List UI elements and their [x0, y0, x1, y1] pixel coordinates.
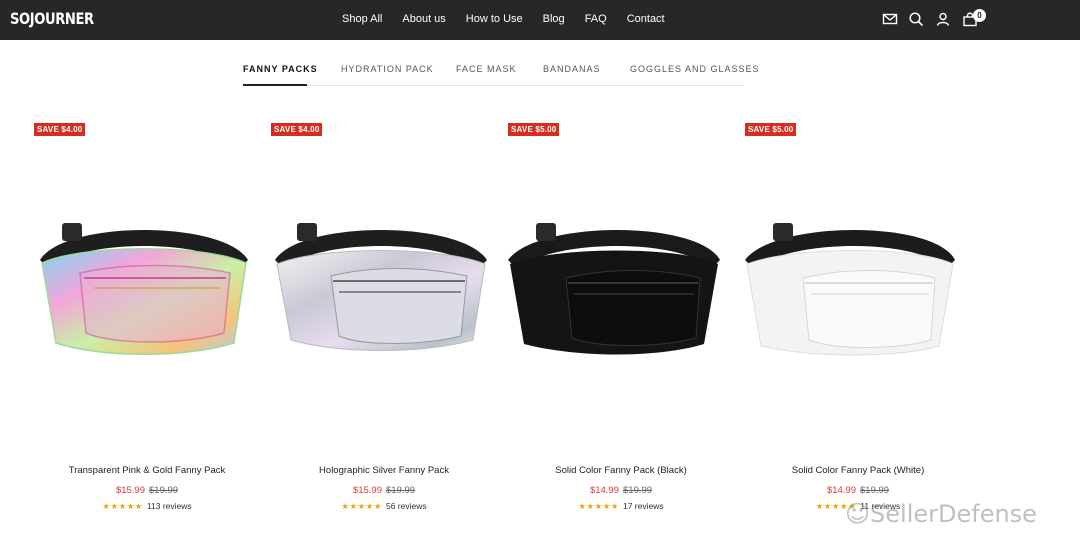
save-badge: SAVE $4.00	[271, 123, 323, 136]
product-price: $15.99 $19.99	[34, 485, 260, 496]
original-price: $19.99	[149, 485, 179, 496]
nav-shop-all[interactable]: Shop All	[342, 13, 382, 25]
sale-price: $15.99	[352, 485, 382, 496]
product-rating[interactable]: ★★★★★ 113 reviews	[34, 501, 260, 512]
product-card[interactable]: SAVE $5.00 Solid Color Fanny Pack (White…	[745, 123, 985, 523]
tab-bandanas[interactable]: BANDANAS	[543, 64, 601, 74]
star-rating-icon: ★★★★★	[102, 501, 143, 511]
product-title[interactable]: Holographic Silver Fanny Pack	[271, 465, 497, 476]
original-price: $19.99	[623, 485, 653, 496]
nav-faq[interactable]: FAQ	[585, 13, 607, 25]
nav-how-to-use[interactable]: How to Use	[466, 13, 523, 25]
save-badge: SAVE $5.00	[745, 123, 797, 136]
review-count: 113 reviews	[146, 501, 192, 511]
search-icon[interactable]	[908, 11, 924, 27]
review-count: 17 reviews	[622, 501, 664, 511]
tab-face-mask[interactable]: FACE MASK	[456, 64, 517, 74]
tab-goggles-and-glasses[interactable]: GOGGLES AND GLASSES	[630, 64, 760, 74]
tab-fanny-packs[interactable]: FANNY PACKS	[243, 64, 318, 74]
original-price: $19.99	[386, 485, 416, 496]
watermark: ☺SellerDefense	[845, 500, 1037, 528]
star-rating-icon: ★★★★★	[341, 501, 382, 511]
product-title[interactable]: Transparent Pink & Gold Fanny Pack	[34, 465, 260, 476]
nav-blog[interactable]: Blog	[543, 13, 565, 25]
nav-contact[interactable]: Contact	[627, 13, 665, 25]
tab-hydration-pack[interactable]: HYDRATION PACK	[341, 64, 434, 74]
star-rating-icon: ★★★★★	[578, 501, 619, 511]
account-icon[interactable]	[935, 11, 951, 27]
nav-about-us[interactable]: About us	[402, 13, 445, 25]
main-nav: Shop All About us How to Use Blog FAQ Co…	[342, 13, 685, 25]
product-image[interactable]	[508, 208, 728, 368]
review-count: 56 reviews	[385, 501, 427, 511]
product-card[interactable]: SAVE $4.00 Transparent Pink & Gold Fanny…	[34, 123, 274, 523]
sale-price: $14.99	[589, 485, 619, 496]
product-card[interactable]: SAVE $4.00 Holographic Silver Fanny Pack…	[271, 123, 511, 523]
site-logo[interactable]: SOJOURNER	[10, 9, 94, 28]
save-badge: SAVE $5.00	[508, 123, 560, 136]
product-price: $14.99 $19.99	[745, 485, 971, 496]
original-price: $19.99	[860, 485, 890, 496]
active-tab-indicator	[243, 84, 307, 86]
product-rating[interactable]: ★★★★★ 17 reviews	[508, 501, 734, 512]
product-title[interactable]: Solid Color Fanny Pack (Black)	[508, 465, 734, 476]
product-image[interactable]	[271, 208, 491, 368]
product-image[interactable]	[34, 208, 254, 368]
product-price: $14.99 $19.99	[508, 485, 734, 496]
category-tabs: FANNY PACKS HYDRATION PACK FACE MASK BAN…	[243, 64, 759, 86]
product-image[interactable]	[745, 208, 965, 368]
top-navigation-bar: SOJOURNER Shop All About us How to Use B…	[0, 0, 1080, 40]
save-badge: SAVE $4.00	[34, 123, 86, 136]
product-rating[interactable]: ★★★★★ 56 reviews	[271, 501, 497, 512]
sale-price: $15.99	[115, 485, 145, 496]
watermark-text: SellerDefense	[870, 500, 1037, 528]
sale-price: $14.99	[826, 485, 856, 496]
product-card[interactable]: SAVE $5.00 Solid Color Fanny Pack (Black…	[508, 123, 748, 523]
product-price: $15.99 $19.99	[271, 485, 497, 496]
wechat-logo-icon: ☺	[845, 500, 871, 528]
mail-icon[interactable]	[882, 11, 898, 27]
product-title[interactable]: Solid Color Fanny Pack (White)	[745, 465, 971, 476]
cart-count-badge: 0	[973, 9, 986, 22]
